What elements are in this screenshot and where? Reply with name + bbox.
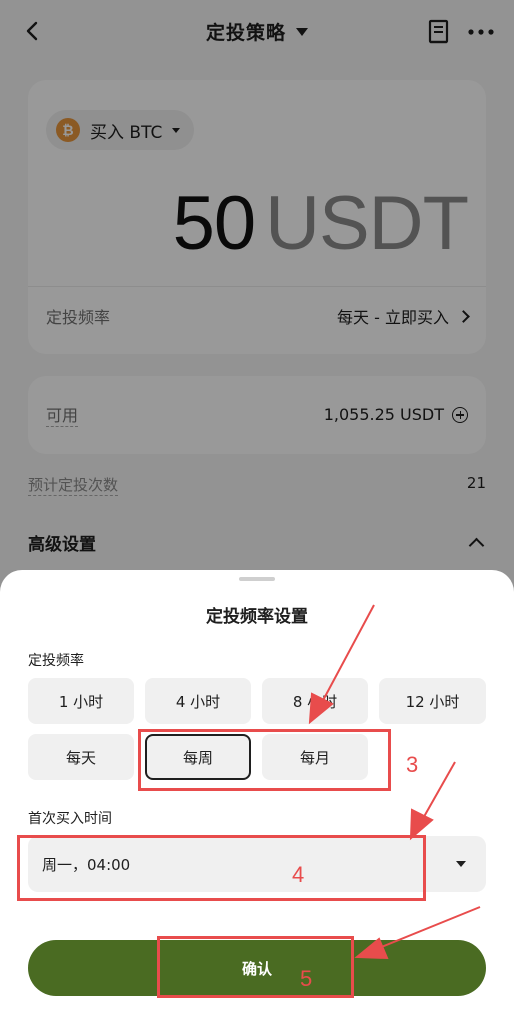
sheet-title: 定投频率设置 [206, 607, 308, 627]
triangle-down-icon [456, 861, 466, 867]
frequency-settings-sheet: 定投频率设置 定投频率 1 小时 4 小时 8 小时 12 小时 每天 每周 每… [0, 570, 514, 1021]
first-buy-time-value: 周一，04:00 [42, 855, 131, 874]
frequency-section-label: 定投频率 [28, 653, 84, 669]
option-daily[interactable]: 每天 [28, 734, 134, 780]
option-4h[interactable]: 4 小时 [145, 678, 251, 724]
sheet-drag-handle[interactable] [239, 577, 275, 581]
first-buy-label: 首次买入时间 [28, 811, 112, 827]
option-weekly[interactable]: 每周 [145, 734, 251, 780]
option-8h[interactable]: 8 小时 [262, 678, 368, 724]
first-buy-time-select[interactable]: 周一，04:00 [28, 836, 486, 892]
confirm-button[interactable]: 确认 [28, 940, 486, 996]
option-monthly[interactable]: 每月 [262, 734, 368, 780]
option-1h[interactable]: 1 小时 [28, 678, 134, 724]
option-12h[interactable]: 12 小时 [379, 678, 486, 724]
